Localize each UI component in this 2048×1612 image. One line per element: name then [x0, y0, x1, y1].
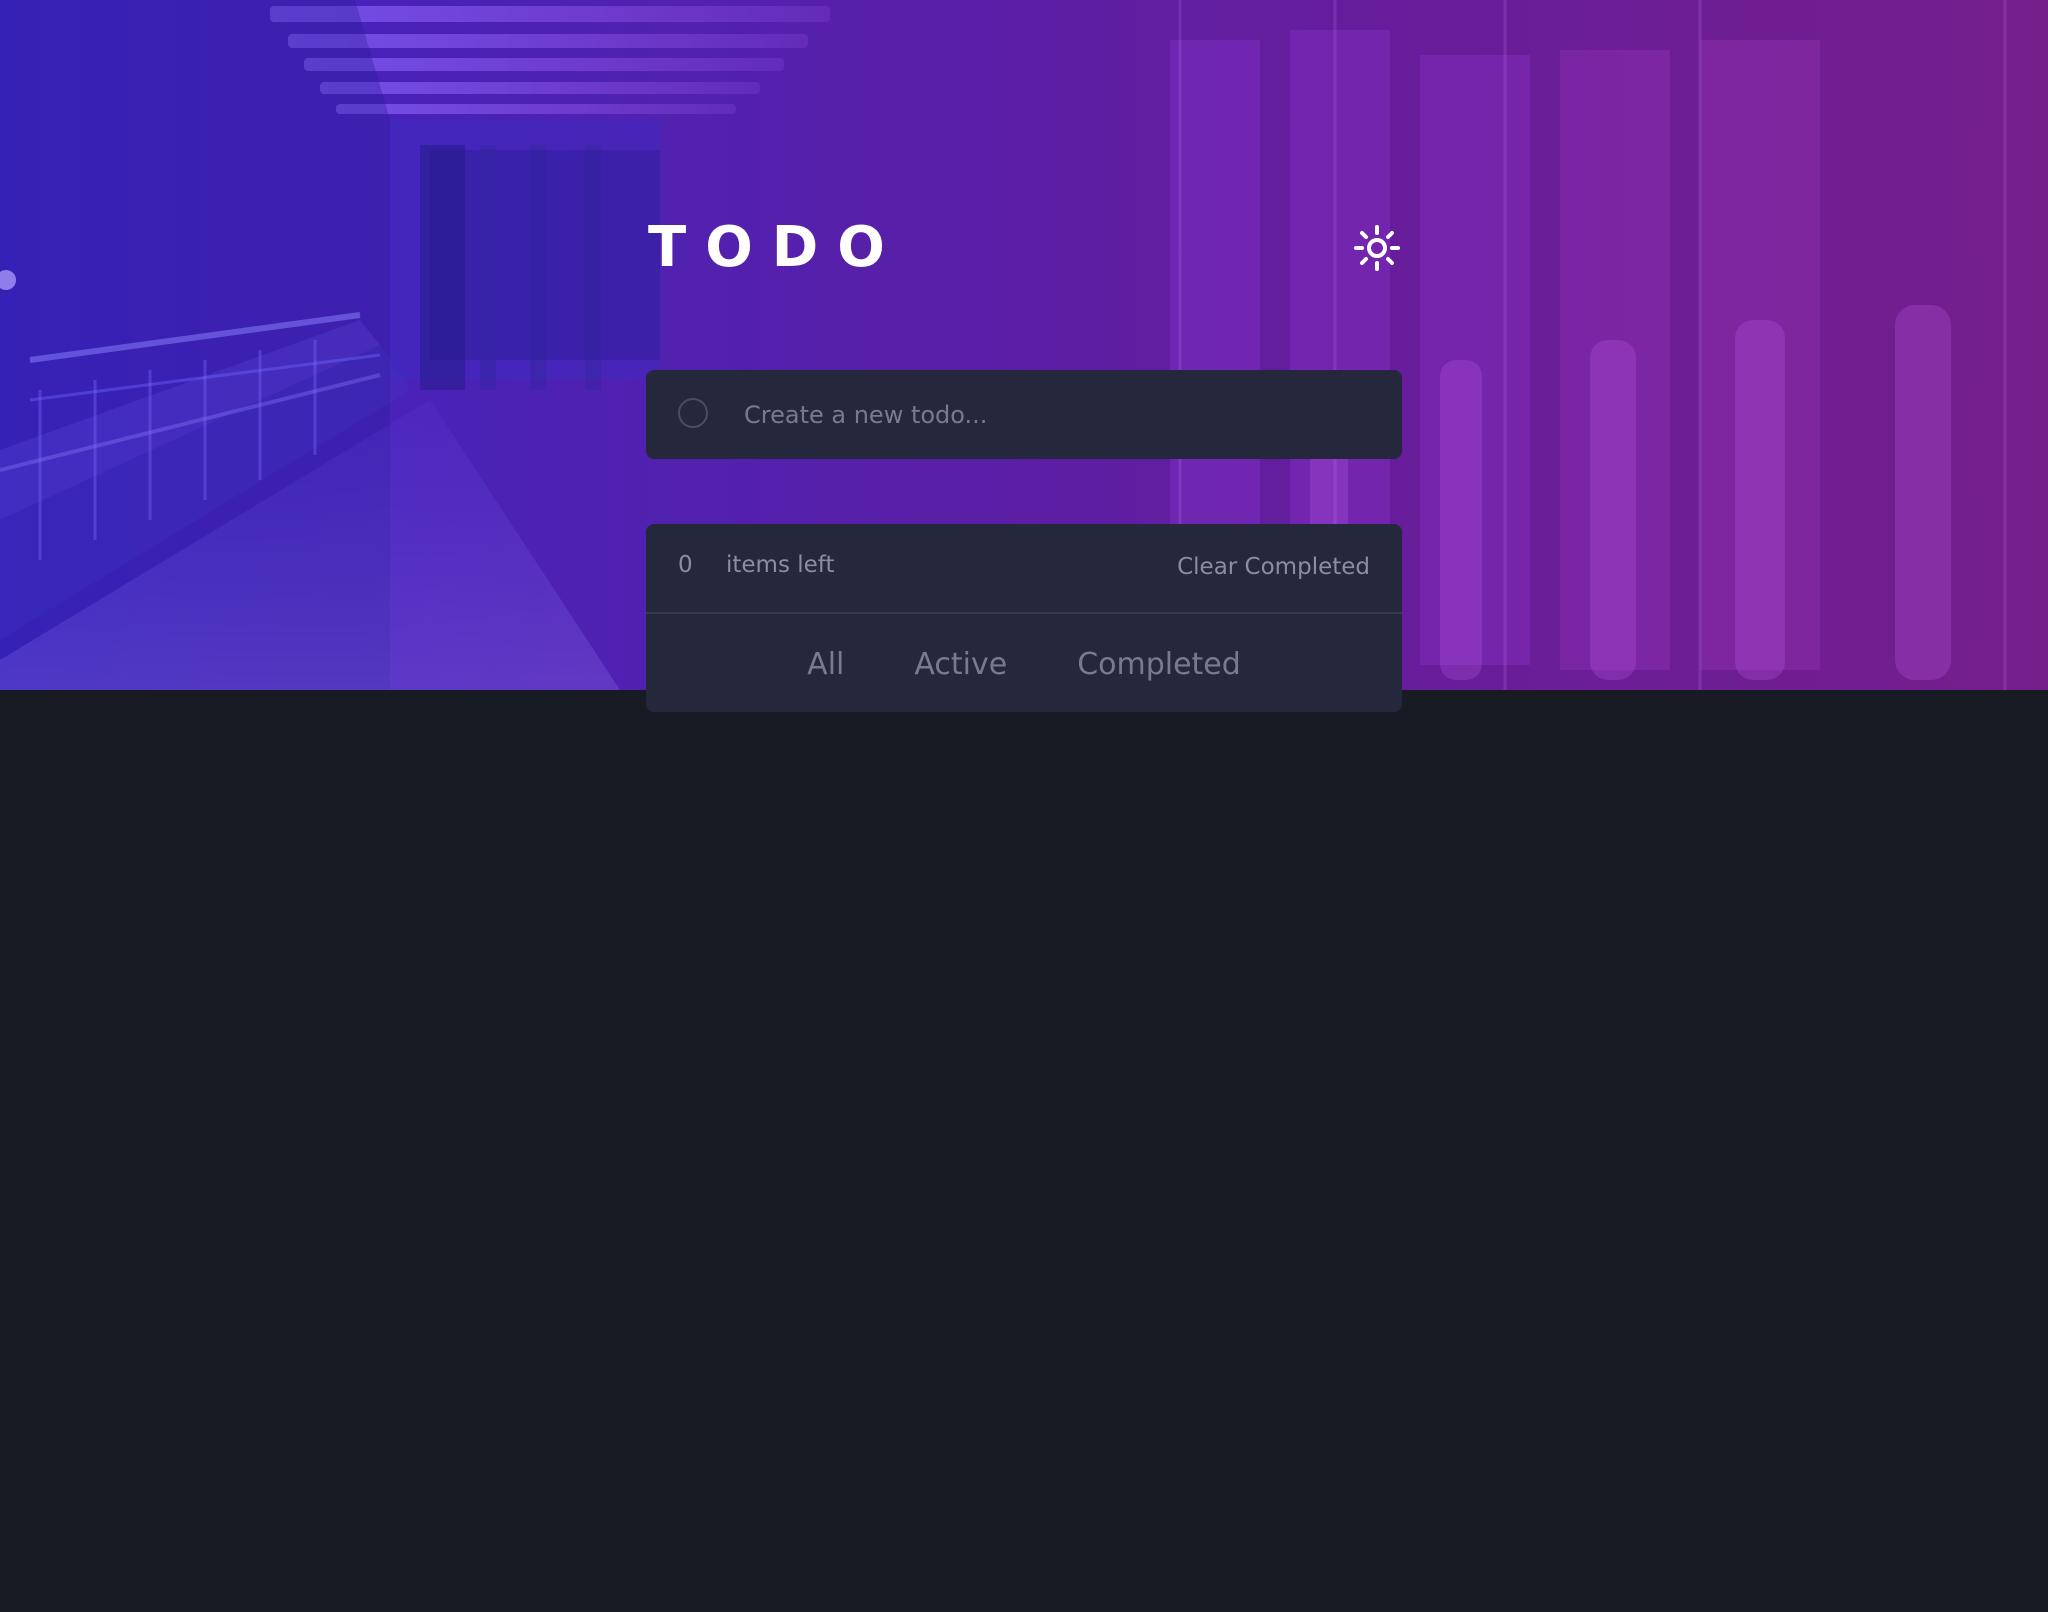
todo-list-panel: 0 items left Clear Completed All Active … [646, 524, 1402, 712]
app-title: TODO [648, 215, 904, 280]
filter-completed-button[interactable]: Completed [1077, 647, 1241, 682]
filter-active-button[interactable]: Active [914, 647, 1007, 682]
theme-toggle-button[interactable] [1352, 223, 1402, 273]
new-todo-input[interactable] [742, 390, 1366, 440]
app-header: TODO [646, 205, 1402, 285]
new-todo-check-circle[interactable] [678, 398, 708, 428]
sun-icon [1354, 225, 1400, 271]
filter-tabs: All Active Completed [646, 616, 1402, 712]
items-left-label: items left [726, 552, 835, 578]
items-left-count: 0 [678, 552, 693, 578]
todo-summary-row: 0 items left Clear Completed [646, 524, 1402, 614]
filter-all-button[interactable]: All [807, 647, 844, 682]
new-todo-panel [646, 370, 1402, 459]
clear-completed-button[interactable]: Clear Completed [1177, 546, 1370, 588]
